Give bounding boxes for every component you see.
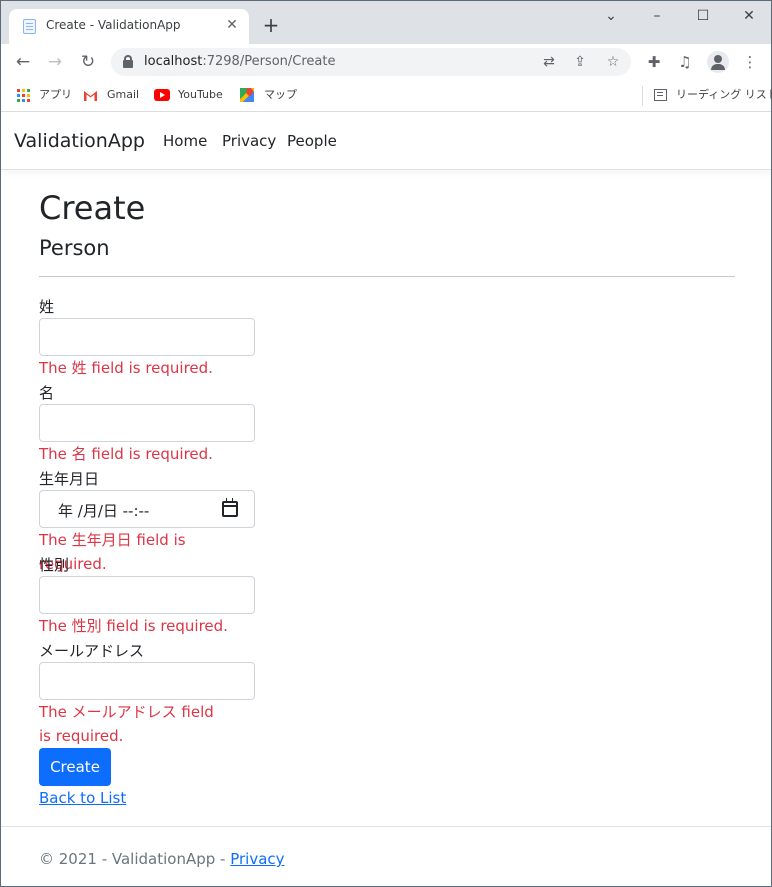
new-tab-icon[interactable]: +: [260, 14, 282, 36]
tab-close-icon[interactable]: ✕: [223, 16, 241, 34]
bookmark-star-icon[interactable]: ☆: [603, 52, 623, 72]
email-error: The メールアドレス field is required.: [39, 703, 214, 745]
apps-grid-icon: [17, 88, 30, 102]
birthdate-error: The 生年月日 field is required.: [39, 531, 186, 573]
bookmark-apps[interactable]: アプリ: [17, 87, 72, 105]
media-control-icon[interactable]: ♫: [674, 51, 696, 73]
bookmarks-bar: アプリ Gmail YouTube マップ リーディング リスト: [1, 80, 772, 112]
maximize-icon[interactable]: ☐: [680, 5, 726, 27]
page-favicon-icon: [23, 19, 36, 34]
site-footer: © 2021 - ValidationApp - Privacy: [1, 826, 771, 886]
first-name-label: 名: [39, 384, 55, 402]
bookmarks-divider: [642, 86, 643, 106]
create-button[interactable]: Create: [39, 748, 111, 786]
nav-link-privacy[interactable]: Privacy: [222, 132, 276, 150]
last-name-error: The 姓 field is required.: [39, 359, 213, 377]
translate-icon[interactable]: ⇄: [539, 52, 559, 72]
web-page: ValidationApp Home Privacy People Create…: [1, 113, 771, 886]
bookmark-youtube[interactable]: YouTube: [154, 87, 223, 105]
tab-search-chevron-icon[interactable]: ⌄: [588, 5, 634, 27]
forward-arrow-icon[interactable]: →: [42, 49, 68, 75]
birthdate-datetime-input[interactable]: 年 /月/日 --:--: [39, 490, 255, 528]
calendar-icon[interactable]: [222, 498, 238, 517]
footer-text: © 2021 - ValidationApp - Privacy: [39, 850, 285, 868]
email-label: メールアドレス: [39, 642, 145, 660]
gender-error: The 性別 field is required.: [39, 617, 228, 635]
tab-title: Create - ValidationApp: [46, 18, 181, 32]
menu-kebab-icon[interactable]: ⋮: [739, 51, 761, 73]
extensions-icon[interactable]: ✚: [643, 51, 665, 73]
window-close-icon[interactable]: ✕: [726, 5, 772, 27]
gender-label: 性別: [39, 556, 70, 574]
bookmark-gmail[interactable]: Gmail: [83, 87, 139, 105]
youtube-icon: [154, 89, 170, 101]
profile-avatar-icon[interactable]: [707, 51, 729, 73]
reading-list-button[interactable]: リーディング リスト: [654, 87, 772, 105]
email-input[interactable]: [39, 662, 255, 700]
last-name-input[interactable]: [39, 318, 255, 356]
page-title: Create: [39, 189, 146, 227]
maps-icon: [240, 88, 254, 102]
tab-strip: Create - ValidationApp ✕ + ⌄ – ☐ ✕: [1, 1, 771, 44]
browser-tab[interactable]: Create - ValidationApp ✕: [9, 9, 249, 44]
address-bar[interactable]: localhost:7298/Person/Create ⇄ ⇪ ☆: [111, 48, 631, 76]
birthdate-placeholder[interactable]: 年 /月/日 --:--: [58, 500, 149, 521]
site-brand-link[interactable]: ValidationApp: [14, 130, 145, 152]
back-to-list-link[interactable]: Back to List: [39, 789, 126, 807]
first-name-input[interactable]: [39, 404, 255, 442]
nav-link-people[interactable]: People: [287, 132, 337, 150]
page-subtitle: Person: [39, 236, 110, 260]
url-text[interactable]: localhost:7298/Person/Create: [144, 54, 335, 69]
divider: [39, 276, 735, 277]
site-navbar: ValidationApp Home Privacy People: [1, 113, 771, 170]
browser-toolbar: ← → ↻ localhost:7298/Person/Create ⇄ ⇪ ☆…: [1, 44, 771, 80]
minimize-icon[interactable]: –: [634, 5, 680, 27]
birthdate-label: 生年月日: [39, 470, 100, 488]
gender-input[interactable]: [39, 576, 255, 614]
gmail-icon: [83, 90, 98, 101]
bookmark-maps[interactable]: マップ: [240, 87, 297, 105]
nav-link-home[interactable]: Home: [163, 132, 207, 150]
back-arrow-icon[interactable]: ←: [10, 49, 36, 75]
share-icon[interactable]: ⇪: [570, 52, 590, 72]
last-name-label: 姓: [39, 298, 55, 316]
reload-icon[interactable]: ↻: [75, 49, 101, 75]
footer-privacy-link[interactable]: Privacy: [230, 850, 284, 868]
lock-icon[interactable]: [123, 55, 133, 68]
reading-list-icon: [654, 89, 667, 101]
first-name-error: The 名 field is required.: [39, 445, 213, 463]
